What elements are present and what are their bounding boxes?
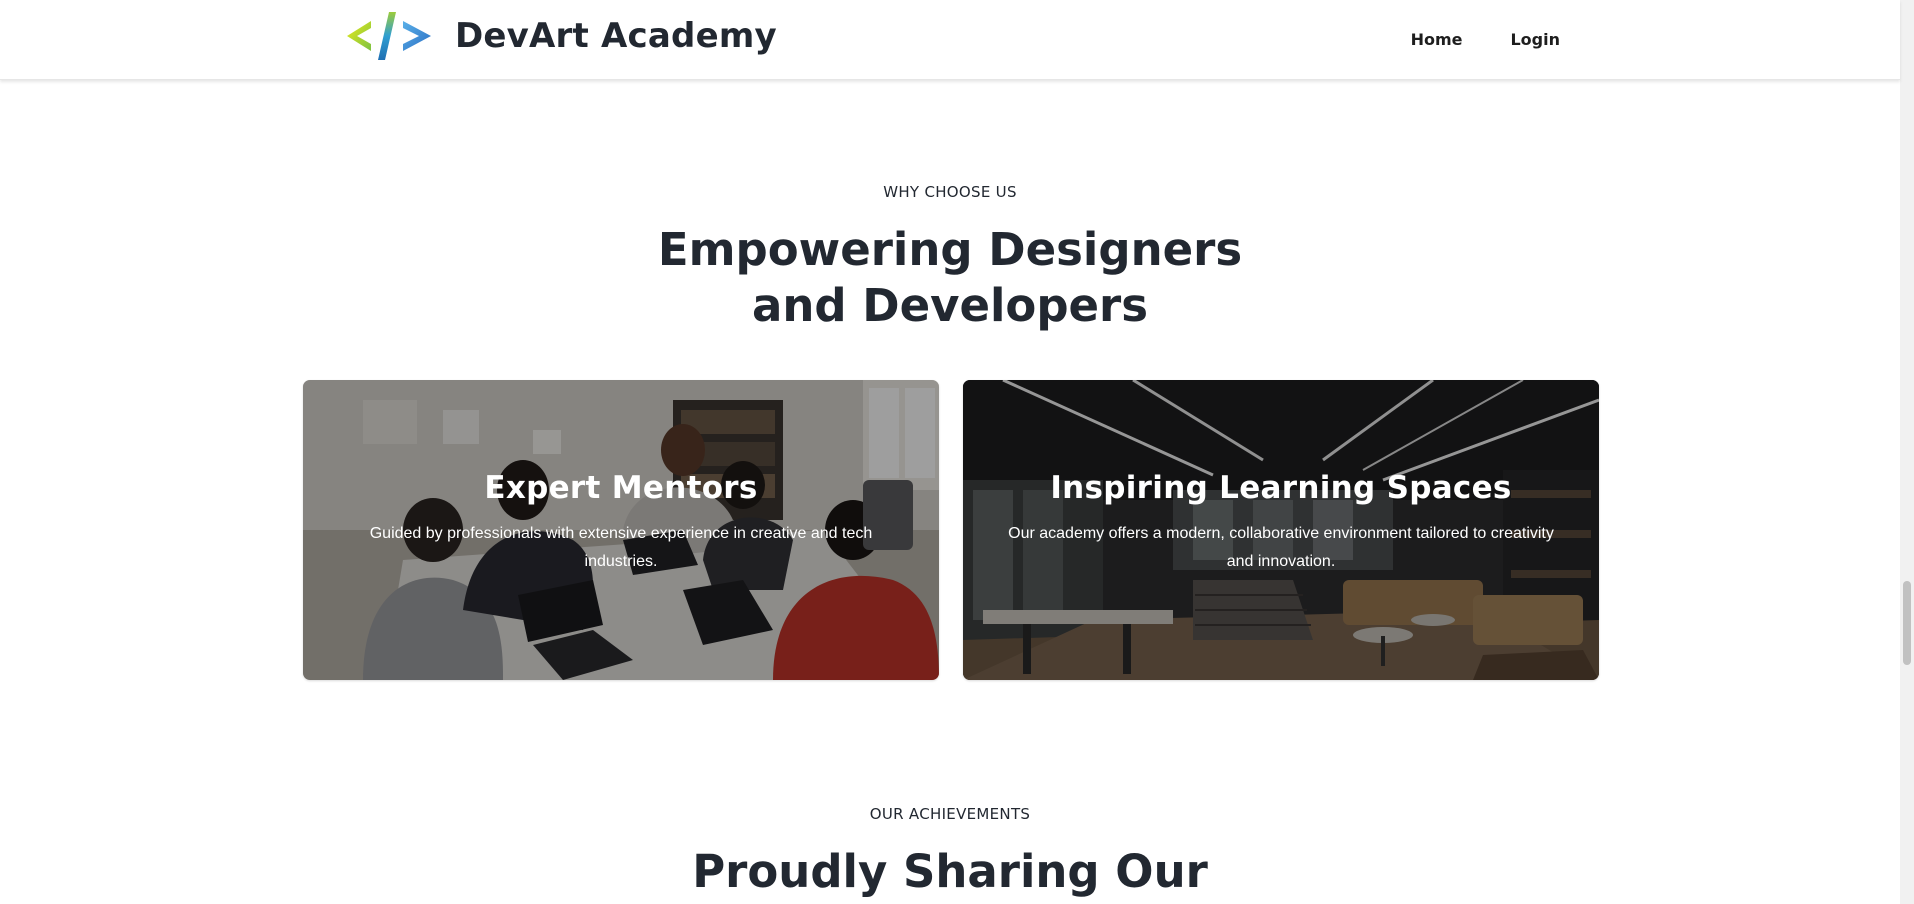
page: DevArt Academy Home Login WHY CHOOSE US … [0, 0, 1914, 904]
nav-login-link[interactable]: Login [1510, 30, 1560, 49]
site-header: DevArt Academy Home Login [0, 0, 1900, 80]
feature-card-inspiring-learning-spaces: Inspiring Learning Spaces Our academy of… [963, 380, 1599, 680]
card-text: Inspiring Learning Spaces Our academy of… [993, 470, 1569, 576]
card-title: Inspiring Learning Spaces [1050, 470, 1512, 506]
brand-name: DevArt Academy [455, 16, 777, 56]
why-choose-us-eyebrow: WHY CHOOSE US [883, 183, 1017, 201]
card-text: Expert Mentors Guided by professionals w… [333, 470, 909, 576]
card-description: Guided by professionals with extensive e… [369, 525, 873, 570]
why-choose-us-title-line2: and Developers [751, 279, 1149, 332]
card-title: Expert Mentors [484, 470, 758, 506]
scrollbar-thumb[interactable] [1903, 581, 1911, 665]
why-choose-us-title: Empowering Designers and Developers [0, 222, 1900, 334]
feature-card-expert-mentors: Expert Mentors Guided by professionals w… [303, 380, 939, 680]
code-brackets-icon [347, 12, 431, 60]
nav-home-link[interactable]: Home [1411, 30, 1463, 49]
achievements-eyebrow: OUR ACHIEVEMENTS [869, 805, 1031, 823]
card-description: Our academy offers a modern, collaborati… [1008, 525, 1554, 570]
logo-link[interactable]: DevArt Academy [345, 6, 777, 66]
main-nav: Home Login [1411, 30, 1560, 49]
why-choose-us-title-line1: Empowering Designers [657, 223, 1243, 276]
achievements-title: Proudly Sharing Our [0, 844, 1900, 900]
achievements-title-line1: Proudly Sharing Our [692, 845, 1208, 898]
page-scrollbar[interactable] [1900, 0, 1914, 904]
